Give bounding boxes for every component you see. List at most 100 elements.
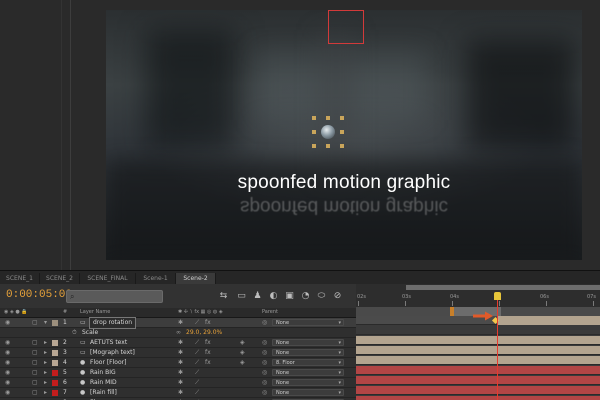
current-time-indicator[interactable] xyxy=(497,300,498,400)
solo-icon[interactable]: ♟ xyxy=(252,291,263,301)
transform-handle[interactable] xyxy=(312,144,316,148)
label-color-swatch[interactable] xyxy=(52,320,58,326)
transform-handle[interactable] xyxy=(326,116,330,120)
parent-dropdown[interactable]: None xyxy=(272,339,344,347)
shy-icon[interactable]: ✱ xyxy=(178,390,183,396)
eye-icon[interactable]: ◉ xyxy=(5,360,10,366)
shy-icon[interactable]: ✱ xyxy=(178,350,183,356)
expand-triangle-icon[interactable]: ▸ xyxy=(44,380,47,386)
quality-icon[interactable]: ⟋ xyxy=(195,390,199,396)
eye-icon[interactable]: ◉ xyxy=(5,380,10,386)
current-time-display[interactable]: 0:00:05:00 xyxy=(6,289,72,301)
layer-name[interactable]: [Rain fill] xyxy=(90,388,117,398)
frame-blend-icon[interactable]: ▣ xyxy=(284,291,295,301)
current-time-indicator-head[interactable] xyxy=(494,292,501,300)
expand-triangle-icon[interactable]: ▾ xyxy=(44,320,47,326)
time-ruler[interactable]: 02s 03s 04s 06s 07s xyxy=(356,291,600,308)
layer-row[interactable]: ◉ ▢ ▸ 3 ▭ [Mograph text] ✱ ⟋ fx ◈ ◎ None xyxy=(0,348,356,358)
layer-name[interactable]: AETUTS text xyxy=(90,338,127,348)
layer-track[interactable] xyxy=(356,356,600,365)
label-color-swatch[interactable] xyxy=(52,370,58,376)
quality-icon[interactable]: ⟋ xyxy=(195,350,199,356)
transform-handle[interactable] xyxy=(312,130,316,134)
layer-name[interactable]: Rain BIG xyxy=(90,368,116,378)
constrain-proportions-icon[interactable]: ∞ xyxy=(176,330,181,336)
layer-track[interactable] xyxy=(356,366,600,375)
timeline-graph[interactable]: 02s 03s 04s 06s 07s xyxy=(356,284,600,400)
shy-icon[interactable]: ✱ xyxy=(178,380,183,386)
label-color-swatch[interactable] xyxy=(52,380,58,386)
3d-layer-icon[interactable]: ◈ xyxy=(240,340,245,346)
layer-name[interactable]: [Mograph text] xyxy=(90,348,135,358)
property-value[interactable]: 29.0, 29.0% xyxy=(186,328,222,338)
layer-duration-bar[interactable] xyxy=(498,316,600,325)
3d-layer-icon[interactable]: ◈ xyxy=(240,360,245,366)
layer-track[interactable] xyxy=(356,386,600,395)
fx-icon[interactable]: fx xyxy=(205,340,211,346)
graph-editor-icon[interactable]: ◔ xyxy=(300,291,311,301)
layer-track[interactable] xyxy=(356,376,600,385)
parent-dropdown[interactable]: None xyxy=(272,389,344,397)
quality-icon[interactable]: ⟋ xyxy=(195,320,199,326)
parent-dropdown[interactable]: None xyxy=(272,379,344,387)
pick-whip-icon[interactable]: ◎ xyxy=(262,340,267,346)
quality-icon[interactable]: ⟋ xyxy=(195,340,199,346)
layer-track[interactable] xyxy=(356,336,600,345)
label-color-swatch[interactable] xyxy=(52,360,58,366)
lock-icon[interactable]: ▢ xyxy=(32,350,38,356)
layer-row[interactable]: ◉ ▢ ▸ 7 ● [Rain fill] ✱ ⟋ ◎ None xyxy=(0,388,356,398)
shy-icon[interactable]: ✱ xyxy=(178,360,183,366)
layer-name[interactable]: drop rotation xyxy=(88,317,137,329)
layer-name[interactable]: Floor [Floor] xyxy=(90,358,126,368)
pick-whip-icon[interactable]: ◎ xyxy=(262,320,267,326)
composition-mini-flowchart-icon[interactable]: ⇆ xyxy=(218,291,229,301)
3d-layer-icon[interactable]: ◈ xyxy=(240,350,245,356)
lock-icon[interactable]: ▢ xyxy=(32,380,38,386)
graph-icon[interactable]: ⊘ xyxy=(332,291,343,301)
pick-whip-icon[interactable]: ◎ xyxy=(262,370,267,376)
eye-icon[interactable]: ◉ xyxy=(5,390,10,396)
property-row[interactable]: ⏱ Scale ∞ 29.0, 29.0% xyxy=(0,328,356,338)
fx-icon[interactable]: fx xyxy=(205,350,211,356)
layer-row[interactable]: ◉ ▢ ▸ 2 ▭ AETUTS text ✱ ⟋ fx ◈ ◎ None xyxy=(0,338,356,348)
column-parent[interactable]: Parent xyxy=(262,308,278,318)
shy-icon[interactable]: ✱ xyxy=(178,370,183,376)
layer-track[interactable] xyxy=(356,346,600,355)
selected-layer-handles[interactable] xyxy=(312,116,344,148)
transform-handle[interactable] xyxy=(326,144,330,148)
expand-triangle-icon[interactable]: ▸ xyxy=(44,370,47,376)
layer-row[interactable]: ◉ ▢ ▸ 5 ● Rain BIG ✱ ⟋ ◎ None xyxy=(0,368,356,378)
lock-icon[interactable]: ▢ xyxy=(32,360,38,366)
brainstorm-icon[interactable]: ⬭ xyxy=(316,291,327,301)
parent-dropdown[interactable]: 8. Floor xyxy=(272,359,344,367)
expand-triangle-icon[interactable]: ▸ xyxy=(44,360,47,366)
shy-icon[interactable]: ✱ xyxy=(178,320,183,326)
motion-blur-icon[interactable]: ◐ xyxy=(268,291,279,301)
lock-icon[interactable]: ▢ xyxy=(32,320,38,326)
fx-icon[interactable]: fx xyxy=(205,360,211,366)
expand-triangle-icon[interactable]: ▸ xyxy=(44,390,47,396)
label-color-swatch[interactable] xyxy=(52,390,58,396)
parent-dropdown[interactable]: None xyxy=(272,319,344,327)
transform-handle[interactable] xyxy=(340,130,344,134)
parent-dropdown[interactable]: None xyxy=(272,349,344,357)
lock-icon[interactable]: ▢ xyxy=(32,340,38,346)
time-navigator-handle[interactable] xyxy=(406,285,600,290)
layer-row[interactable]: ◉ ▢ ▸ 4 ● Floor [Floor] ✱ ⟋ fx ◈ ◎ 8. Floor xyxy=(0,358,356,368)
shy-icon[interactable]: ✱ xyxy=(178,340,183,346)
stopwatch-icon[interactable]: ⏱ xyxy=(72,330,77,336)
fx-icon[interactable]: fx xyxy=(205,320,211,326)
search-input[interactable]: ⌕ xyxy=(66,290,163,303)
pick-whip-icon[interactable]: ◎ xyxy=(262,380,267,386)
eye-icon[interactable]: ◉ xyxy=(5,350,10,356)
quality-icon[interactable]: ⟋ xyxy=(195,370,199,376)
eye-icon[interactable]: ◉ xyxy=(5,340,10,346)
column-layer-name[interactable]: Layer Name xyxy=(80,308,110,318)
layer-track[interactable] xyxy=(356,326,600,335)
lock-icon[interactable]: ▢ xyxy=(32,370,38,376)
transform-handle[interactable] xyxy=(340,116,344,120)
layer-row[interactable]: ◉ ▢ ▸ 6 ● Rain MID ✱ ⟋ ◎ None xyxy=(0,378,356,388)
pick-whip-icon[interactable]: ◎ xyxy=(262,390,267,396)
pick-whip-icon[interactable]: ◎ xyxy=(262,350,267,356)
expand-triangle-icon[interactable]: ▸ xyxy=(44,350,47,356)
